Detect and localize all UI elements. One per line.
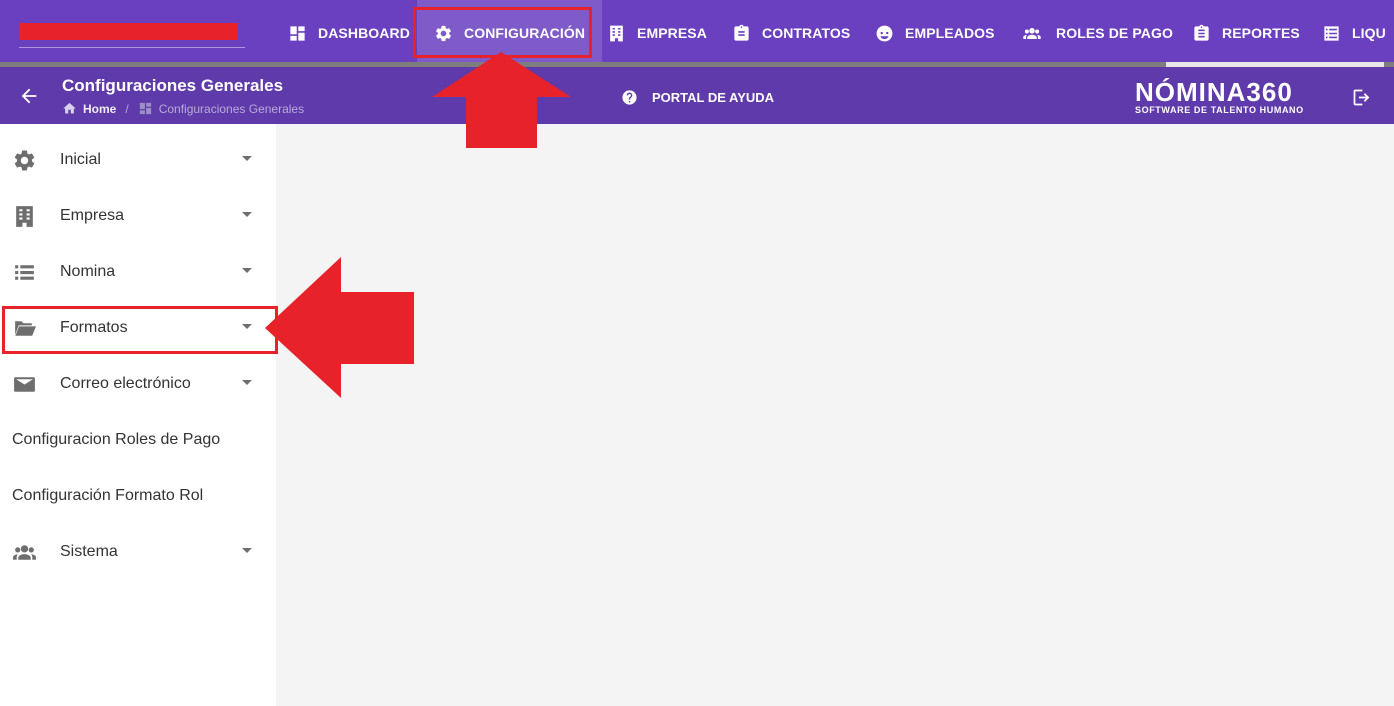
logout-button[interactable]	[1351, 87, 1373, 109]
sidebar-item-nomina[interactable]: Nomina	[0, 244, 276, 300]
help-icon	[622, 90, 637, 105]
nav-empleados-label: EMPLEADOS	[905, 25, 995, 41]
redacted-brand	[19, 23, 238, 40]
sidebar-item-configuracion-roles-de-pago[interactable]: Configuracion Roles de Pago	[0, 412, 276, 468]
nav-contratos[interactable]: CONTRATOS	[732, 0, 850, 66]
top-navbar: DASHBOARD CONFIGURACIÓN EMPRESA CONTRATO…	[0, 0, 1394, 67]
logout-icon	[1353, 89, 1370, 106]
sidebar-item-configuracion-formato-rol[interactable]: Configuración Formato Rol	[0, 468, 276, 524]
nomina360-logo: NÓMINA360 SOFTWARE DE TALENTO HUMANO	[1135, 79, 1320, 115]
clipboard-list-icon	[1194, 24, 1209, 41]
nav-contratos-label: CONTRATOS	[762, 25, 851, 41]
mail-icon	[14, 377, 35, 392]
clipboard-icon	[734, 24, 749, 41]
nav-reportes-label: REPORTES	[1222, 25, 1300, 41]
nav-liquidaciones-label: LIQU	[1352, 25, 1386, 41]
nav-empresa-label: EMPRESA	[637, 25, 707, 41]
brand-underline	[19, 47, 245, 48]
nav-reportes[interactable]: REPORTES	[1192, 0, 1300, 66]
caret-down-icon	[242, 324, 252, 329]
nav-liquidaciones[interactable]: LIQU	[1322, 0, 1386, 66]
breadcrumb-home[interactable]: Home	[83, 102, 116, 116]
sidebar-item-label: Empresa	[60, 207, 125, 224]
breadcrumb-separator: /	[125, 101, 129, 116]
caret-down-icon	[242, 548, 252, 553]
sidebar-item-label: Configuracion Roles de Pago	[12, 431, 221, 448]
sub-header: Configuraciones Generales Home / Configu…	[0, 67, 1394, 124]
caret-down-icon	[242, 156, 252, 161]
sidebar-item-formatos[interactable]: Formatos	[0, 300, 276, 356]
page-title: Configuraciones Generales	[62, 76, 284, 95]
sidebar-item-correo[interactable]: Correo electrónico	[0, 356, 276, 412]
dashboard-icon	[139, 102, 151, 115]
face-icon	[876, 25, 893, 41]
list-icon	[15, 265, 34, 280]
breadcrumb-current: Configuraciones Generales	[158, 101, 305, 116]
main-nav: DASHBOARD CONFIGURACIÓN EMPRESA CONTRATO…	[276, 0, 1394, 66]
nav-configuracion-label: CONFIGURACIÓN	[464, 25, 586, 41]
sidebar: Inicial Empresa Nomina Formatos Correo e…	[0, 124, 276, 706]
help-portal-label: PORTAL DE AYUDA	[652, 90, 775, 105]
nav-empresa[interactable]: EMPRESA	[607, 0, 707, 66]
nav-roles-de-pago[interactable]: ROLES DE PAGO	[1019, 0, 1173, 66]
sidebar-item-label: Inicial	[60, 151, 101, 168]
nav-dashboard-label: DASHBOARD	[318, 25, 410, 41]
arrow-left-icon	[21, 88, 37, 104]
caret-down-icon	[242, 380, 252, 385]
content-area	[276, 124, 1394, 706]
building-icon	[16, 206, 33, 227]
list-icon	[1324, 25, 1339, 41]
gear-icon	[436, 25, 451, 41]
breadcrumb: Home / Configuraciones Generales	[62, 101, 304, 116]
nav-configuracion[interactable]: CONFIGURACIÓN	[417, 0, 603, 66]
folder-open-icon	[14, 321, 36, 336]
sidebar-item-label: Nomina	[60, 263, 116, 280]
dashboard-icon	[290, 25, 305, 41]
home-icon	[63, 102, 76, 114]
help-portal-link[interactable]: PORTAL DE AYUDA	[621, 89, 774, 106]
caret-down-icon	[242, 268, 252, 273]
sidebar-item-label: Correo electrónico	[60, 375, 191, 392]
people-icon	[1023, 27, 1041, 39]
sidebar-item-label: Formatos	[60, 319, 128, 336]
nav-dashboard[interactable]: DASHBOARD	[288, 0, 410, 66]
sidebar-item-inicial[interactable]: Inicial	[0, 132, 276, 188]
nav-empleados[interactable]: EMPLEADOS	[875, 0, 995, 66]
back-button[interactable]	[18, 85, 40, 107]
logo-sub-text: SOFTWARE DE TALENTO HUMANO	[1135, 105, 1304, 115]
sidebar-item-sistema[interactable]: Sistema	[0, 524, 276, 580]
sidebar-item-empresa[interactable]: Empresa	[0, 188, 276, 244]
nav-roles-de-pago-label: ROLES DE PAGO	[1056, 25, 1173, 41]
building-icon	[610, 25, 623, 41]
people-icon	[13, 545, 36, 560]
caret-down-icon	[242, 212, 252, 217]
gear-icon	[14, 150, 35, 171]
sidebar-item-label: Sistema	[60, 543, 118, 560]
logo-main-text: NÓMINA360	[1135, 77, 1293, 107]
sidebar-item-label: Configuración Formato Rol	[12, 487, 204, 504]
